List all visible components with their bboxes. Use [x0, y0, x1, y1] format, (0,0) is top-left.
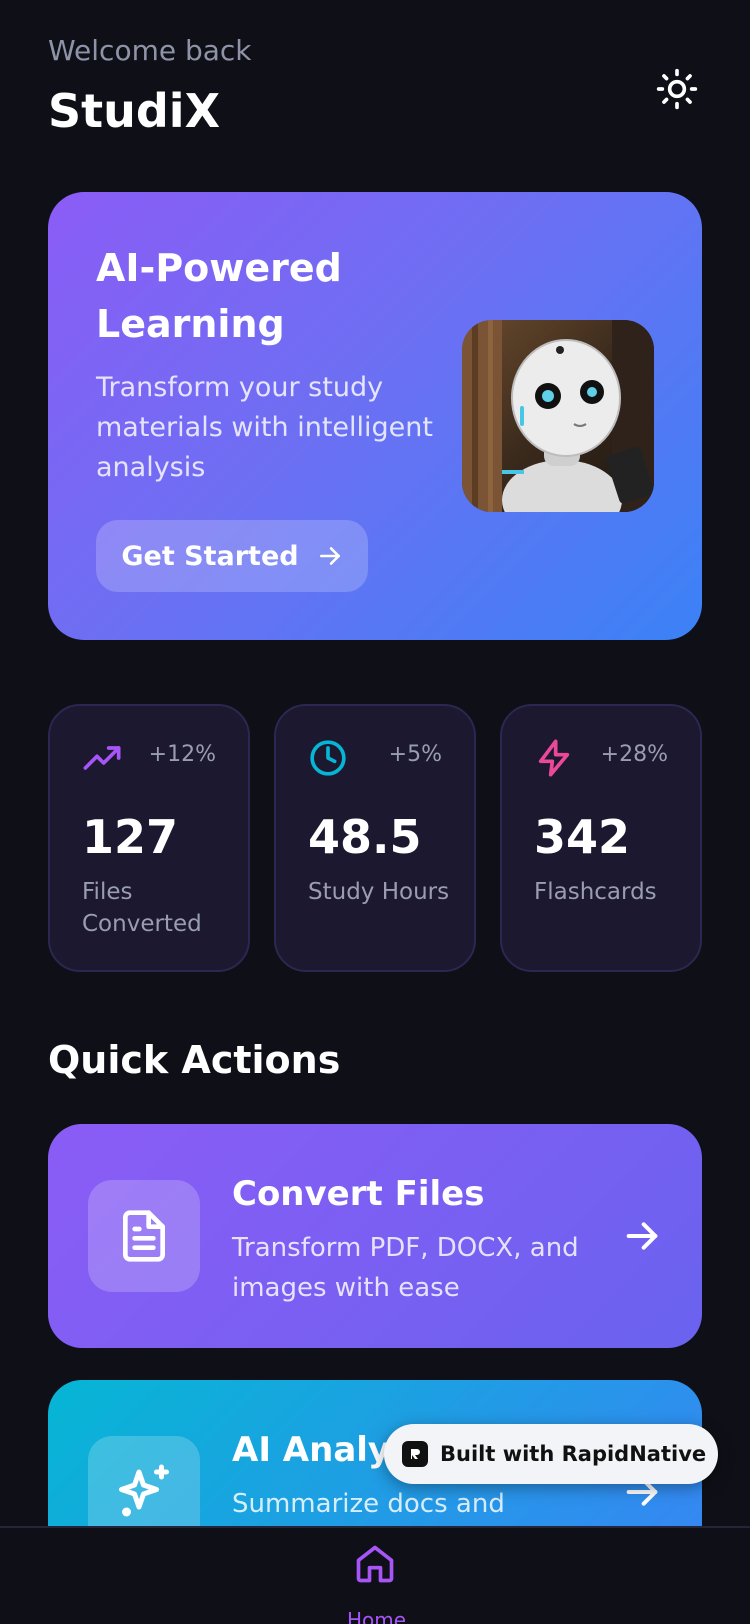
welcome-text: Welcome back: [48, 34, 252, 67]
home-icon: [356, 1545, 394, 1583]
stat-value: 342: [534, 810, 631, 864]
stat-change: +12%: [148, 742, 216, 767]
hero-description: Transform your study materials with inte…: [96, 372, 433, 483]
sun-icon: [656, 68, 698, 110]
stat-card-flashcards: +28% 342 Flashcards: [500, 704, 702, 972]
theme-toggle-button[interactable]: [652, 64, 702, 114]
file-text-icon: [123, 1210, 166, 1262]
trending-up-icon: [83, 746, 121, 770]
sparkles-icon: [119, 1464, 169, 1517]
stat-card-hours: +5% 48.5 Study Hours: [274, 704, 476, 972]
built-with-badge[interactable]: Built with RapidNative: [384, 1424, 718, 1484]
stat-card-files: +12% 127 Files Converted: [48, 704, 250, 972]
tab-bar: Home: [0, 1526, 750, 1624]
stat-value: 127: [82, 810, 179, 864]
tab-home[interactable]: Home: [335, 1542, 415, 1624]
stat-change: +5%: [388, 742, 442, 767]
home-screen: Welcome back StudiX AI-Powered Learning …: [0, 0, 750, 1624]
robot-photo: [462, 320, 654, 512]
action-title: Convert Files: [232, 1174, 485, 1214]
zap-icon: [538, 739, 570, 777]
tab-home-label: Home: [347, 1608, 407, 1624]
action-icon-box: [88, 1180, 200, 1292]
action-description: Transform PDF, DOCX, and images with eas…: [232, 1233, 579, 1303]
quick-actions-title: Quick Actions: [48, 1038, 341, 1082]
convert-files-card[interactable]: Convert Files Transform PDF, DOCX, and i…: [48, 1124, 702, 1348]
clock-icon: [310, 740, 346, 776]
stat-change: +28%: [600, 742, 668, 767]
get-started-label: Get Started: [121, 540, 299, 572]
stat-value: 48.5: [308, 810, 422, 864]
app-title: StudiX: [48, 84, 221, 138]
arrow-right-icon: [319, 547, 340, 565]
hero-title: AI-Powered Learning: [96, 246, 342, 346]
stat-label: Flashcards: [534, 879, 657, 905]
stat-label: Files Converted: [82, 879, 202, 937]
badge-text: Built with RapidNative: [440, 1442, 707, 1466]
stat-label: Study Hours: [308, 879, 450, 905]
action-description: Summarize docs and: [232, 1489, 505, 1519]
arrow-right-icon: [626, 1222, 658, 1250]
get-started-button[interactable]: Get Started: [96, 520, 368, 592]
hero-card: AI-Powered Learning Transform your study…: [48, 192, 702, 640]
rapidnative-logo-icon: [402, 1441, 428, 1467]
